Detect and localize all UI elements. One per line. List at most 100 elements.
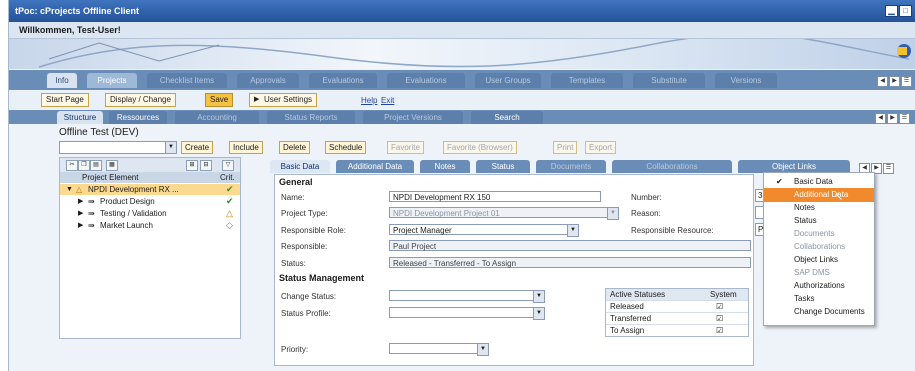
status-profile-select[interactable]: ▼ — [389, 307, 545, 320]
menu-item-change-documents[interactable]: Change Documents — [764, 305, 874, 319]
cut-icon[interactable]: ✂ — [66, 160, 78, 171]
collapse-arrow-icon[interactable]: ▼ — [66, 184, 73, 195]
tree-header: Project Element Crit. — [60, 172, 240, 183]
print-button[interactable]: Print — [553, 141, 578, 154]
tab-substitute[interactable]: Substitute — [633, 73, 705, 88]
chevron-down-icon[interactable]: ▼ — [477, 343, 489, 356]
check-icon: ✔ — [776, 177, 783, 186]
checkbox-icon: ☑ — [716, 326, 724, 335]
main-tab-bar: Info Projects Checklist Items Approvals … — [9, 70, 915, 90]
table-icon[interactable]: ▦ — [106, 160, 118, 171]
phase-icon: ⇛ — [88, 221, 95, 230]
expand-arrow-icon[interactable]: ▶ — [78, 208, 83, 219]
help-link[interactable]: Help — [361, 96, 377, 105]
exit-link[interactable]: Exit — [381, 96, 394, 105]
tab-user-groups[interactable]: User Groups — [475, 73, 541, 88]
chevron-down-icon[interactable]: ▼ — [165, 142, 176, 153]
menu-item-sap-dms[interactable]: SAP DMS — [764, 266, 874, 280]
tab-status-reports[interactable]: Status Reports — [267, 111, 355, 124]
expand-icon[interactable]: ⊞ — [186, 160, 198, 171]
tab-projects[interactable]: Projects — [87, 73, 137, 88]
project-select[interactable]: ▼ — [59, 141, 177, 154]
name-field[interactable]: NPDI Development RX 150 — [389, 191, 601, 202]
display-change-button[interactable]: Display / Change — [105, 93, 176, 107]
crit-diamond-icon: ◇ — [226, 220, 233, 230]
change-status-select[interactable]: ▼ — [389, 290, 545, 303]
favorite-browser-button[interactable]: Favorite (Browser) — [443, 141, 517, 154]
maximize-icon[interactable]: □ — [899, 5, 912, 17]
tab-approvals[interactable]: Approvals — [237, 73, 299, 88]
tab-basic-data[interactable]: Basic Data — [270, 160, 330, 173]
tab-search[interactable]: Search — [471, 111, 543, 124]
menu-item-documents[interactable]: Documents — [764, 227, 874, 241]
tab-status[interactable]: Status — [476, 160, 530, 173]
scroll-left-icon[interactable]: ◀ — [875, 113, 886, 124]
menu-item-label: Collaborations — [794, 242, 846, 251]
expand-arrow-icon[interactable]: ▶ — [78, 220, 83, 231]
responsible-role-value: Project Manager — [393, 226, 452, 235]
tab-evaluations-1[interactable]: Evaluations — [309, 73, 377, 88]
chevron-down-icon[interactable]: ▼ — [607, 207, 619, 220]
tab-evaluations-2[interactable]: Evaluations — [387, 73, 465, 88]
status-field: Released - Transferred - To Assign — [389, 257, 751, 268]
delete-button[interactable]: Delete — [279, 141, 311, 154]
tab-list-icon[interactable]: ☰ — [901, 76, 912, 87]
tab-notes[interactable]: Notes — [420, 160, 470, 173]
welcome-text: Willkommen, Test-User! — [19, 25, 121, 35]
tree-row-project[interactable]: ▼ △ NPDI Development RX ... ✔ — [60, 184, 240, 195]
tab-checklist-items[interactable]: Checklist Items — [147, 73, 227, 88]
copy-icon[interactable]: ❐ — [78, 160, 90, 171]
filter-icon[interactable]: ▽ — [222, 160, 234, 171]
responsible-role-select[interactable]: Project Manager ▼ — [389, 224, 579, 237]
tree-row-testing[interactable]: ▶ ⇛ Testing / Validation △ — [60, 208, 240, 219]
expand-arrow-icon[interactable]: ▶ — [78, 196, 83, 207]
table-header: Active Statuses System — [606, 289, 748, 300]
menu-item-basic-data[interactable]: ✔ Basic Data — [764, 175, 874, 189]
menu-item-object-links[interactable]: Object Links — [764, 253, 874, 267]
menu-item-additional-data[interactable]: Additional Data ↖ — [764, 188, 874, 203]
tree-row-product-design[interactable]: ▶ ⇛ Product Design ✔ — [60, 196, 240, 207]
schedule-button[interactable]: Schedule — [325, 141, 367, 154]
paste-icon[interactable]: ▤ — [90, 160, 102, 171]
tab-versions[interactable]: Versions — [715, 73, 777, 88]
tab-documents[interactable]: Documents — [536, 160, 606, 173]
favorite-button[interactable]: Favorite — [387, 141, 424, 154]
save-button[interactable]: Save — [205, 93, 234, 107]
project-type-select[interactable]: NPDI Development Project 01 ▼ — [389, 207, 619, 220]
menu-item-status[interactable]: Status — [764, 214, 874, 228]
status-profile-label: Status Profile: — [281, 309, 331, 318]
collapse-icon[interactable]: ⊟ — [200, 160, 212, 171]
scroll-left-icon[interactable]: ◀ — [877, 76, 888, 87]
tab-ressources[interactable]: Ressources — [109, 111, 167, 124]
tree-row-market-launch[interactable]: ▶ ⇛ Market Launch ◇ — [60, 220, 240, 231]
create-button[interactable]: Create — [181, 141, 214, 154]
export-button[interactable]: Export — [585, 141, 617, 154]
table-row: To Assign ☑ — [606, 324, 748, 336]
tab-structure[interactable]: Structure — [57, 111, 103, 124]
tab-additional-data[interactable]: Additional Data — [336, 160, 414, 173]
tab-project-versions[interactable]: Project Versions — [363, 111, 463, 124]
menu-item-notes[interactable]: Notes — [764, 201, 874, 215]
scroll-right-icon[interactable]: ▶ — [887, 113, 898, 124]
crit-warning-icon: △ — [226, 208, 233, 218]
scroll-right-icon[interactable]: ▶ — [889, 76, 900, 87]
include-button[interactable]: Include — [229, 141, 263, 154]
menu-item-authorizations[interactable]: Authorizations — [764, 279, 874, 293]
tab-accounting[interactable]: Accounting — [175, 111, 259, 124]
tree-header-crit: Crit. — [220, 173, 235, 182]
menu-item-collaborations[interactable]: Collaborations — [764, 240, 874, 254]
menu-item-tasks[interactable]: Tasks — [764, 292, 874, 306]
start-page-button[interactable]: Start Page — [41, 93, 89, 107]
minimize-icon[interactable]: ▁ — [885, 5, 898, 17]
tree-header-element: Project Element — [82, 173, 139, 182]
tab-collaborations[interactable]: Collaborations — [612, 160, 732, 173]
priority-select[interactable]: ▼ — [389, 343, 489, 356]
user-settings-button[interactable]: ▶ User Settings — [249, 93, 318, 107]
chevron-down-icon[interactable]: ▼ — [567, 224, 579, 237]
chevron-down-icon[interactable]: ▼ — [533, 290, 545, 303]
tab-list-icon[interactable]: ☰ — [899, 113, 910, 124]
chevron-down-icon[interactable]: ▼ — [533, 307, 545, 320]
tab-info[interactable]: Info — [47, 73, 77, 88]
tab-list-icon[interactable]: ☰ — [883, 163, 894, 174]
tab-templates[interactable]: Templates — [551, 73, 623, 88]
